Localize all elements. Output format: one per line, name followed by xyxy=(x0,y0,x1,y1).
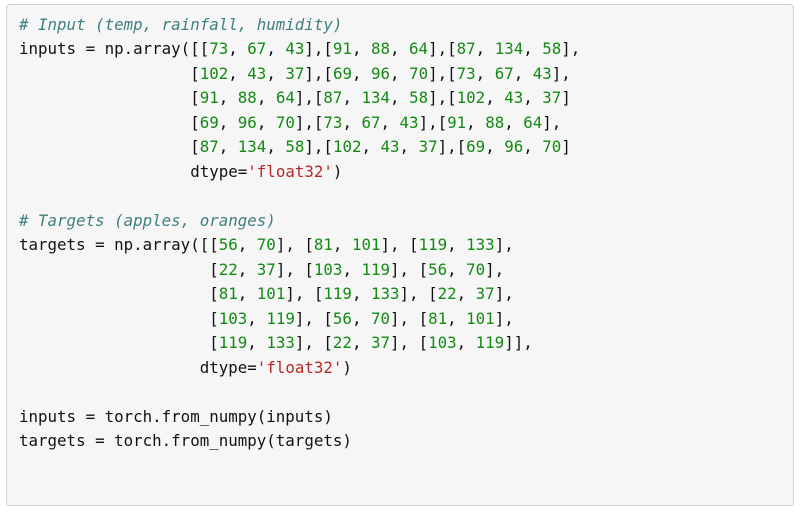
number: 101 xyxy=(257,284,286,303)
number: 81 xyxy=(428,309,447,328)
number: 102 xyxy=(333,137,362,156)
number: 70 xyxy=(409,64,428,83)
number: 91 xyxy=(447,113,466,132)
number: 67 xyxy=(247,39,266,58)
number: 91 xyxy=(200,88,219,107)
number: 96 xyxy=(238,113,257,132)
number: 73 xyxy=(457,64,476,83)
number: 119 xyxy=(419,235,448,254)
number: 134 xyxy=(361,88,390,107)
number: 58 xyxy=(409,88,428,107)
number: 67 xyxy=(495,64,514,83)
number: 103 xyxy=(428,333,457,352)
string: 'float32' xyxy=(257,358,343,377)
number: 73 xyxy=(323,113,342,132)
number: 37 xyxy=(476,284,495,303)
comment-inputs: # Input (temp, rainfall, humidity) xyxy=(19,15,342,34)
number: 88 xyxy=(238,88,257,107)
number: 81 xyxy=(314,235,333,254)
number: 37 xyxy=(371,333,390,352)
number: 133 xyxy=(371,284,400,303)
number: 73 xyxy=(209,39,228,58)
number: 70 xyxy=(371,309,390,328)
code-text: inputs = np.array([[ xyxy=(19,39,209,58)
number: 134 xyxy=(238,137,267,156)
number: 43 xyxy=(285,39,304,58)
code-cell: # Input (temp, rainfall, humidity) input… xyxy=(6,4,794,506)
number: 119 xyxy=(361,260,390,279)
number: 69 xyxy=(200,113,219,132)
number: 133 xyxy=(466,235,495,254)
number: 103 xyxy=(219,309,248,328)
number: 67 xyxy=(361,113,380,132)
number: 56 xyxy=(333,309,352,328)
number: 96 xyxy=(504,137,523,156)
code-text: targets = np.array([[ xyxy=(19,235,219,254)
number: 101 xyxy=(352,235,381,254)
number: 69 xyxy=(466,137,485,156)
number: 69 xyxy=(333,64,352,83)
number: 37 xyxy=(542,88,561,107)
number: 37 xyxy=(419,137,438,156)
number: 102 xyxy=(200,64,229,83)
number: 64 xyxy=(523,113,542,132)
number: 70 xyxy=(276,113,295,132)
number: 119 xyxy=(266,309,295,328)
number: 64 xyxy=(276,88,295,107)
number: 56 xyxy=(219,235,238,254)
number: 58 xyxy=(285,137,304,156)
number: 96 xyxy=(371,64,390,83)
number: 70 xyxy=(542,137,561,156)
number: 43 xyxy=(381,137,400,156)
number: 103 xyxy=(314,260,343,279)
number: 22 xyxy=(438,284,457,303)
number: 22 xyxy=(219,260,238,279)
number: 43 xyxy=(504,88,523,107)
number: 119 xyxy=(323,284,352,303)
number: 87 xyxy=(457,39,476,58)
number: 87 xyxy=(200,137,219,156)
number: 37 xyxy=(285,64,304,83)
code-text: dtype= xyxy=(190,162,247,181)
number: 87 xyxy=(323,88,342,107)
number: 133 xyxy=(266,333,295,352)
comment-targets: # Targets (apples, oranges) xyxy=(19,211,276,230)
number: 134 xyxy=(495,39,524,58)
number: 88 xyxy=(485,113,504,132)
number: 102 xyxy=(457,88,486,107)
number: 64 xyxy=(409,39,428,58)
number: 58 xyxy=(542,39,561,58)
number: 81 xyxy=(219,284,238,303)
number: 70 xyxy=(466,260,485,279)
number: 119 xyxy=(476,333,505,352)
number: 43 xyxy=(533,64,552,83)
code-line: targets = torch.from_numpy(targets) xyxy=(19,431,352,450)
number: 70 xyxy=(257,235,276,254)
number: 101 xyxy=(466,309,495,328)
code-text: dtype= xyxy=(200,358,257,377)
number: 119 xyxy=(219,333,248,352)
number: 37 xyxy=(257,260,276,279)
number: 22 xyxy=(333,333,352,352)
code-line: inputs = torch.from_numpy(inputs) xyxy=(19,407,333,426)
number: 43 xyxy=(400,113,419,132)
string: 'float32' xyxy=(247,162,333,181)
number: 91 xyxy=(333,39,352,58)
number: 88 xyxy=(371,39,390,58)
number: 56 xyxy=(428,260,447,279)
number: 43 xyxy=(247,64,266,83)
